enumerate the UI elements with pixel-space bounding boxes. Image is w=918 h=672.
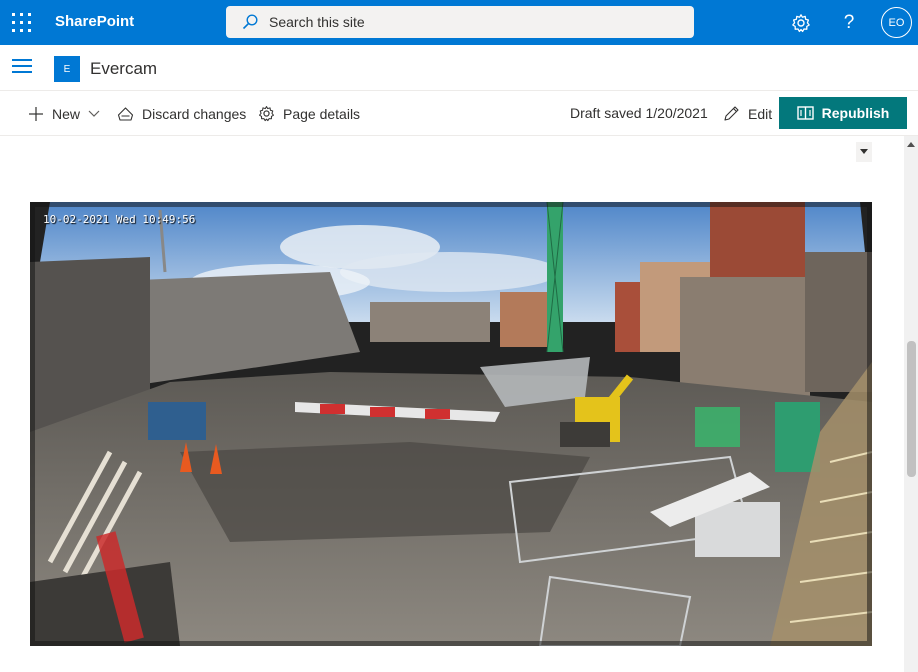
vertical-scrollbar[interactable]	[904, 136, 918, 672]
plus-icon	[29, 106, 43, 121]
caret-down-icon	[860, 149, 868, 154]
sharepoint-brand[interactable]: SharePoint	[55, 13, 134, 30]
edit-button[interactable]: Edit	[723, 91, 772, 136]
hamburger-menu-icon[interactable]	[12, 59, 32, 73]
site-header: E Evercam	[0, 45, 918, 91]
construction-site-photo	[30, 202, 872, 646]
new-button[interactable]: New	[28, 91, 100, 136]
camera-timestamp: 10-02-2021 Wed 10:49:56	[43, 213, 196, 226]
settings-gear-icon[interactable]	[790, 12, 812, 34]
section-dropdown-button[interactable]	[856, 142, 872, 162]
discard-icon	[117, 106, 134, 121]
discard-changes-label: Discard changes	[142, 105, 247, 122]
draft-status: Draft saved 1/20/2021	[570, 105, 708, 121]
republish-label: Republish	[821, 105, 890, 121]
scrollbar-thumb[interactable]	[907, 341, 916, 477]
new-label: New	[52, 105, 81, 122]
user-avatar[interactable]: EO	[881, 7, 912, 38]
edit-label: Edit	[748, 105, 773, 122]
republish-button[interactable]: Republish	[779, 97, 907, 129]
site-title[interactable]: Evercam	[90, 59, 157, 79]
construction-camera-image[interactable]: 10-02-2021 Wed 10:49:56	[30, 202, 872, 646]
gear-icon	[259, 106, 274, 122]
search-box[interactable]	[226, 6, 694, 38]
book-icon	[796, 106, 814, 120]
search-icon	[242, 14, 258, 30]
help-icon[interactable]: ?	[838, 12, 860, 34]
discard-changes-button[interactable]: Discard changes	[117, 91, 246, 136]
page-details-button[interactable]: Page details	[258, 91, 360, 136]
app-launcher-icon[interactable]	[12, 13, 31, 32]
chevron-down-icon	[88, 110, 100, 117]
pencil-icon	[724, 106, 739, 121]
suite-bar: SharePoint ? EO	[0, 0, 918, 45]
scroll-up-arrow-icon[interactable]	[904, 138, 918, 150]
site-logo[interactable]: E	[54, 56, 80, 82]
page-details-label: Page details	[283, 105, 361, 122]
search-input[interactable]	[269, 6, 679, 38]
